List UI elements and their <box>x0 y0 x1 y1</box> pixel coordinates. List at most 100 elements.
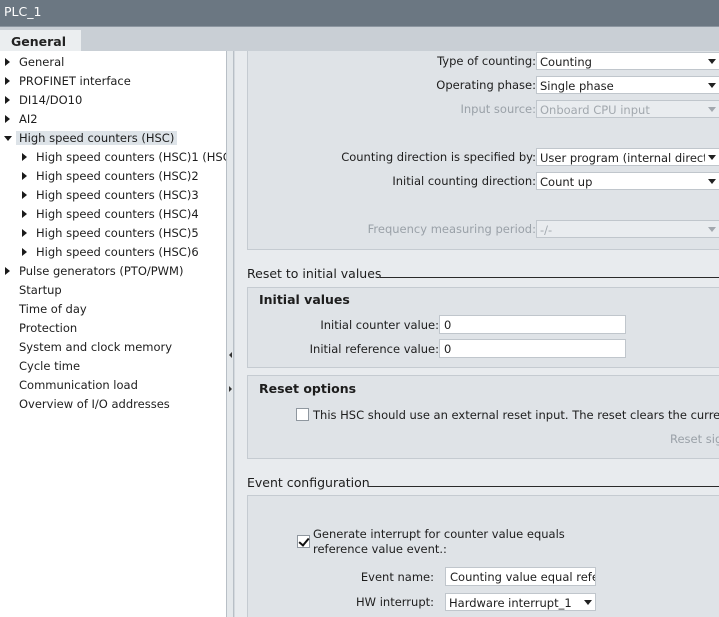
input-source-select: Onboard CPU input <box>536 100 719 118</box>
generate-interrupt-label-1: Generate interrupt for counter value equ… <box>313 527 565 541</box>
expand-arrow-icon[interactable] <box>22 229 27 237</box>
tab-strip: General <box>0 26 719 52</box>
input-source-label: Input source: <box>460 102 537 116</box>
nav-tree: General PROFINET interface DI14/DO10 AI2 Hig… <box>0 51 227 617</box>
nav-item-label: General <box>19 55 65 69</box>
nav-item[interactable]: DI14/DO10 <box>0 91 226 110</box>
nav-item-label: High speed counters (HSC)1 (HSC... <box>36 150 226 164</box>
nav-item[interactable]: Startup <box>0 281 226 300</box>
type-of-counting-label: Type of counting: <box>437 54 536 68</box>
nav-item-label: DI14/DO10 <box>19 93 83 107</box>
nav-item-label: High speed counters (HSC)2 <box>36 169 199 183</box>
nav-item-label: Overview of I/O addresses <box>19 397 170 411</box>
expand-arrow-icon[interactable] <box>22 248 27 256</box>
nav-item-label: Communication load <box>19 378 138 392</box>
reset-section-title: Reset to initial values <box>247 266 382 281</box>
event-name-input[interactable]: Counting value equal refer <box>445 567 596 586</box>
initial-counter-input[interactable]: 0 <box>439 315 626 334</box>
nav-item[interactable]: General <box>0 53 226 72</box>
chevron-down-icon <box>705 101 719 117</box>
initial-direction-label: Initial counting direction: <box>392 174 536 188</box>
external-reset-label: This HSC should use an external reset in… <box>313 408 719 422</box>
reset-options-panel: Reset options This HSC should use an ext… <box>247 375 719 459</box>
chevron-down-icon[interactable] <box>705 149 719 165</box>
nav-item-label: High speed counters (HSC)3 <box>36 188 199 202</box>
initial-values-title: Initial values <box>259 292 350 307</box>
expand-arrow-icon[interactable] <box>22 191 27 199</box>
direction-specified-select[interactable]: User program (internal directio <box>536 148 719 166</box>
expand-arrow-icon[interactable] <box>22 153 27 161</box>
type-of-counting-select[interactable]: Counting <box>536 52 719 70</box>
nav-item[interactable]: System and clock memory <box>0 338 226 357</box>
expand-arrow-icon[interactable] <box>5 267 10 275</box>
expand-arrow-icon[interactable] <box>22 172 27 180</box>
nav-item[interactable]: High speed counters (HSC)4 <box>0 205 226 224</box>
properties-content: Type of counting: Counting Operating pha… <box>235 51 719 617</box>
collapse-left-icon[interactable] <box>229 352 232 358</box>
expand-arrow-icon[interactable] <box>5 77 10 85</box>
nav-item-label: Startup <box>19 283 62 297</box>
event-name-label: Event name: <box>360 570 434 584</box>
chevron-down-icon[interactable] <box>581 594 595 610</box>
initial-values-panel: Initial values Initial counter value: 0 … <box>247 287 719 368</box>
nav-item-label: High speed counters (HSC)4 <box>36 207 199 221</box>
nav-item[interactable]: High speed counters (HSC)3 <box>0 186 226 205</box>
nav-item[interactable]: High speed counters (HSC)2 <box>0 167 226 186</box>
nav-item[interactable]: Cycle time <box>0 357 226 376</box>
collapse-arrow-icon[interactable] <box>4 136 12 141</box>
window-title: PLC_1 <box>0 0 719 26</box>
nav-item-label: High speed counters (HSC)6 <box>36 245 199 259</box>
reset-signal-label: Reset sig <box>670 432 719 446</box>
initial-counter-label: Initial counter value: <box>320 318 439 332</box>
expand-right-icon[interactable] <box>229 386 232 392</box>
external-reset-checkbox[interactable] <box>296 408 309 421</box>
event-section-title: Event configuration <box>247 475 370 490</box>
operating-phase-label: Operating phase: <box>436 78 536 92</box>
nav-item-label: AI2 <box>19 112 38 126</box>
initial-reference-label: Initial reference value: <box>309 342 439 356</box>
freq-period-select: -/- <box>536 220 719 238</box>
expand-arrow-icon[interactable] <box>22 210 27 218</box>
nav-item[interactable]: High speed counters (HSC)5 <box>0 224 226 243</box>
freq-period-label: Frequency measuring period: <box>367 222 536 236</box>
nav-item-label: High speed counters (HSC)5 <box>36 226 199 240</box>
nav-item[interactable]: Overview of I/O addresses <box>0 395 226 414</box>
nav-item[interactable]: High speed counters (HSC)1 (HSC... <box>0 148 226 167</box>
operating-phase-select[interactable]: Single phase <box>536 76 719 94</box>
tab-general[interactable]: General <box>0 30 81 52</box>
nav-item[interactable]: High speed counters (HSC)6 <box>0 243 226 262</box>
initial-direction-select[interactable]: Count up <box>536 172 719 190</box>
counter-function-panel: Type of counting: Counting Operating pha… <box>247 51 719 250</box>
nav-item[interactable]: PROFINET interface <box>0 72 226 91</box>
nav-item[interactable]: High speed counters (HSC) <box>0 129 226 148</box>
nav-item-label: Protection <box>19 321 78 335</box>
chevron-down-icon <box>705 221 719 237</box>
panel-splitter[interactable] <box>227 51 234 617</box>
event-panel: Generate interrupt for counter value equ… <box>247 495 719 617</box>
direction-specified-label: Counting direction is specified by: <box>341 150 536 164</box>
nav-item-label: Cycle time <box>19 359 81 373</box>
nav-item-label: Time of day <box>19 302 87 316</box>
nav-item[interactable]: Protection <box>0 319 226 338</box>
hw-interrupt-select[interactable]: Hardware interrupt_1 <box>445 593 596 611</box>
hw-interrupt-label: HW interrupt: <box>356 595 434 609</box>
expand-arrow-icon[interactable] <box>5 58 10 66</box>
reset-options-title: Reset options <box>259 381 357 396</box>
expand-arrow-icon[interactable] <box>5 115 10 123</box>
section-divider <box>380 277 719 278</box>
chevron-down-icon[interactable] <box>705 173 719 189</box>
nav-item[interactable]: Communication load <box>0 376 226 395</box>
section-divider <box>368 486 719 487</box>
nav-item-label: Pulse generators (PTO/PWM) <box>19 264 184 278</box>
expand-arrow-icon[interactable] <box>5 96 10 104</box>
chevron-down-icon[interactable] <box>705 53 719 69</box>
nav-item-label: High speed counters (HSC) <box>16 131 178 145</box>
generate-interrupt-label-2: reference value event.: <box>313 542 447 556</box>
generate-interrupt-checkbox[interactable] <box>297 535 310 548</box>
initial-reference-input[interactable]: 0 <box>439 339 626 358</box>
nav-item[interactable]: AI2 <box>0 110 226 129</box>
nav-item[interactable]: Time of day <box>0 300 226 319</box>
chevron-down-icon[interactable] <box>705 77 719 93</box>
nav-item[interactable]: Pulse generators (PTO/PWM) <box>0 262 226 281</box>
nav-item-label: PROFINET interface <box>19 74 131 88</box>
